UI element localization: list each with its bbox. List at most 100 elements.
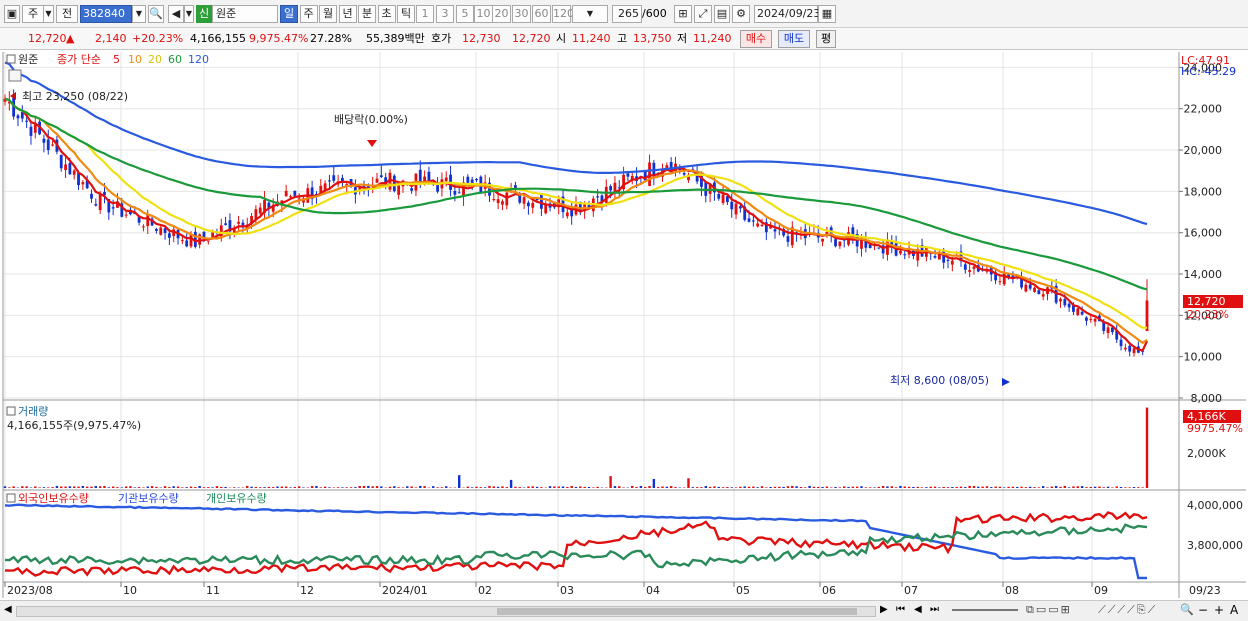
scroll-left-icon[interactable]: ◀ — [4, 604, 12, 615]
buy-button[interactable]: 매수 — [740, 30, 772, 48]
volume-bar — [592, 487, 595, 488]
volume-bar — [55, 485, 59, 488]
volume-bar — [168, 487, 171, 488]
candle-body — [717, 193, 721, 199]
candle-body — [531, 202, 535, 208]
save-icon[interactable]: ▤ — [714, 5, 730, 23]
line-tools-icon[interactable]: ⟋⟋⟋⟋⎘⟋ — [1098, 603, 1157, 617]
panel-menu-icon[interactable] — [6, 54, 16, 64]
volume-bar — [998, 486, 1002, 488]
prev-page-icon[interactable]: ◀ — [914, 604, 922, 615]
zoom-slider[interactable] — [952, 609, 1018, 611]
interval-button-30[interactable]: 30 — [512, 5, 531, 23]
candle-body — [1041, 294, 1045, 297]
zoom-out-icon[interactable]: − — [1198, 603, 1208, 617]
sell-button[interactable]: 매도 — [778, 30, 810, 48]
date-input[interactable]: 2024/09/23 — [754, 5, 820, 23]
mode-ju-select[interactable]: 주 — [22, 5, 44, 23]
x-tick-label: 05 — [736, 584, 750, 597]
chart-area[interactable]: 24,00022,00020,00018,00016,00014,00012,0… — [0, 50, 1248, 600]
period-button-2[interactable]: 월 — [319, 5, 337, 23]
holding-panel-menu-icon[interactable] — [6, 493, 16, 503]
candle-body — [648, 162, 651, 186]
candle-body — [397, 184, 401, 195]
candle-body — [998, 281, 1002, 283]
mode-ju-label: 주 — [27, 7, 39, 20]
volume-bar — [553, 486, 556, 488]
horizontal-scrollbar[interactable] — [16, 606, 876, 617]
period-button-3[interactable]: 년 — [338, 5, 357, 23]
code-dropdown-icon[interactable]: ▼ — [132, 5, 146, 23]
volume-bar — [596, 486, 599, 488]
calendar-icon[interactable]: ▦ — [818, 5, 836, 23]
interval-button-120[interactable]: 120 — [552, 5, 574, 23]
count-input[interactable]: 265 — [612, 5, 642, 23]
volume-bar — [194, 487, 197, 488]
drawing-tools-icon[interactable]: ⧉▭▭⊞ — [1026, 603, 1072, 617]
high-annotation: 최고 23,250 (08/22) — [22, 90, 128, 103]
volume-bar — [189, 486, 193, 488]
candle-body — [838, 241, 842, 247]
candle-body — [527, 202, 530, 207]
search-icon[interactable]: 🔍 — [148, 5, 164, 23]
volume-bar — [778, 486, 781, 488]
volume-bar — [691, 487, 694, 488]
period-button-1[interactable]: 주 — [299, 5, 318, 23]
scrollbar-thumb[interactable] — [497, 608, 857, 615]
period-button-4[interactable]: 분 — [358, 5, 376, 23]
candle-body — [81, 182, 85, 185]
interval-button-60[interactable]: 60 — [532, 5, 551, 23]
speaker-icon[interactable]: ◀ — [168, 5, 184, 23]
ma-indicator-label: 종가 단순 — [57, 53, 101, 66]
volume-bar — [531, 486, 534, 488]
interval-button-10[interactable]: 10 — [474, 5, 493, 23]
candle-icon[interactable]: ⊞ — [674, 5, 692, 23]
interval-button-3[interactable]: 3 — [436, 5, 454, 23]
candle-body — [1037, 290, 1041, 295]
interval-dropdown[interactable]: ▼ — [572, 5, 608, 23]
x-tick-label: 06 — [822, 584, 836, 597]
change-percent: +20.23% — [132, 32, 184, 45]
gear-icon[interactable]: ⚙ — [732, 5, 750, 23]
zoom-in-icon[interactable]: + — [1214, 603, 1224, 617]
x-tick-label: 04 — [646, 584, 660, 597]
first-page-icon[interactable]: ⏮ — [896, 604, 905, 615]
volume-bar — [73, 486, 76, 488]
volume-bar — [656, 487, 660, 488]
low-marker-icon — [1002, 378, 1010, 386]
eval-button[interactable]: 평 — [816, 30, 836, 48]
period-button-6[interactable]: 틱 — [397, 5, 415, 23]
period-button-5[interactable]: 초 — [377, 5, 396, 23]
zoom-search-icon[interactable]: 🔍 — [1180, 603, 1194, 616]
scroll-right-icon[interactable]: ▶ — [880, 604, 888, 615]
candle-body — [1089, 318, 1093, 320]
font-size-icon[interactable]: A — [1230, 603, 1238, 617]
volume-bar — [276, 486, 279, 488]
change-value: 2,140 — [95, 32, 127, 45]
candle-body — [1076, 308, 1080, 316]
stock-name-field[interactable]: 원준 — [212, 5, 278, 23]
volume-panel-menu-icon[interactable] — [6, 406, 16, 416]
stock-code-input[interactable]: 382840 — [80, 5, 132, 23]
volume-bar — [713, 486, 716, 488]
mode-ju-dropdown-icon[interactable]: ▼ — [44, 5, 54, 23]
calculator-icon[interactable] — [8, 69, 22, 82]
volume-bar — [873, 487, 876, 488]
crosshair-icon[interactable]: ⤢ — [694, 5, 712, 23]
interval-button-20[interactable]: 20 — [492, 5, 511, 23]
layout-icon[interactable]: ▣ — [4, 5, 20, 23]
interval-button-1[interactable]: 1 — [416, 5, 434, 23]
volume-bar — [618, 486, 621, 488]
volume-bar — [644, 486, 647, 488]
period-button-0[interactable]: 일 — [280, 5, 298, 23]
mode-jeon-select[interactable]: 전 — [56, 5, 78, 23]
next-page-icon[interactable]: ⏭ — [930, 604, 939, 615]
speaker-dropdown-icon[interactable]: ▼ — [184, 5, 194, 23]
candle-body — [155, 229, 158, 231]
candle-body — [1093, 318, 1097, 322]
volume-bar — [1076, 486, 1079, 488]
interval-button-5[interactable]: 5 — [456, 5, 474, 23]
candle-body — [786, 236, 790, 242]
volume-bar — [1067, 487, 1071, 488]
candle-body — [185, 240, 189, 247]
